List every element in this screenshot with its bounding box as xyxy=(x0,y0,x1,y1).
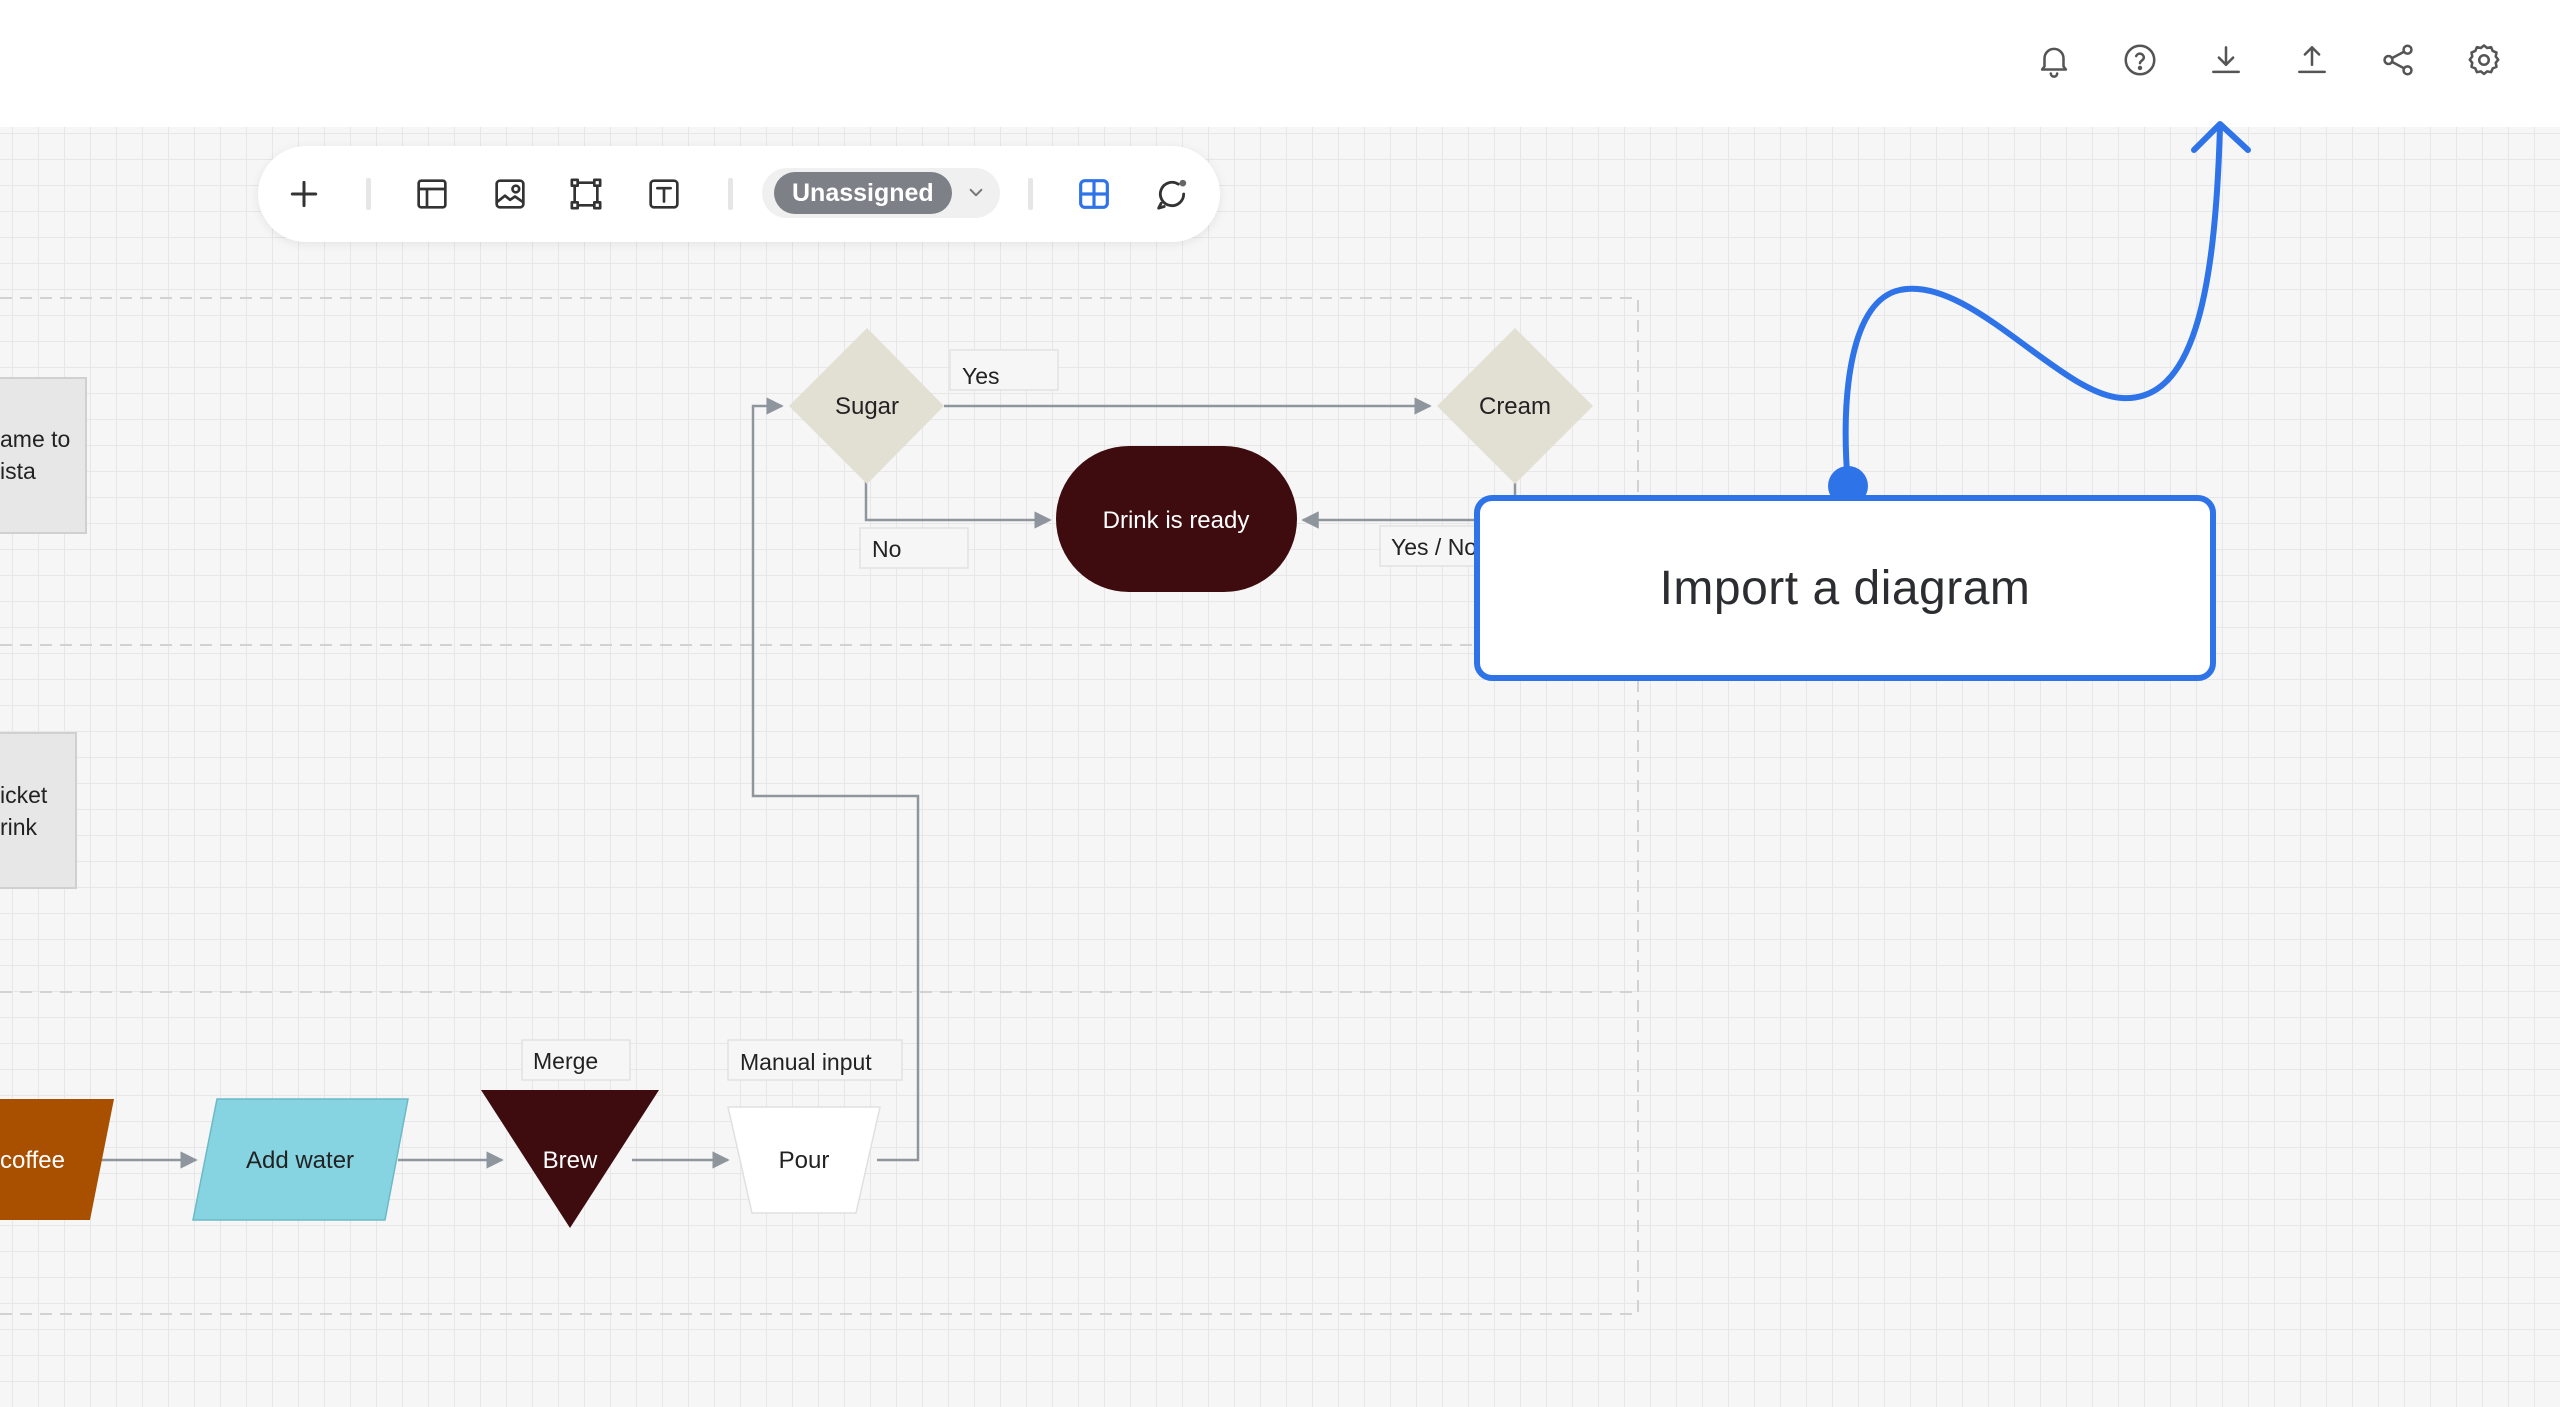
comment-icon[interactable] xyxy=(1148,170,1196,218)
partial-node-top-line2: ista xyxy=(0,458,36,484)
layout-icon[interactable] xyxy=(408,170,456,218)
import-diagram-callout[interactable]: Import a diagram xyxy=(1474,495,2216,681)
partial-node-top[interactable]: ame to ista xyxy=(0,377,87,534)
svg-text:Drink is ready: Drink is ready xyxy=(1103,507,1250,534)
connector-sugar-drink xyxy=(864,480,1052,529)
partial-node-middle[interactable]: icket rink xyxy=(0,732,77,889)
status-badge[interactable]: Unassigned xyxy=(774,172,952,214)
tour-pointer-arrow xyxy=(1842,121,2251,489)
svg-text:Sugar: Sugar xyxy=(835,393,899,420)
toolbar-separator xyxy=(728,178,733,210)
svg-text:Add water: Add water xyxy=(246,1147,354,1174)
svg-text:No: No xyxy=(872,536,901,562)
frame-icon[interactable] xyxy=(562,170,610,218)
toolbar-separator xyxy=(366,178,371,210)
partial-node-middle-line2: rink xyxy=(0,814,38,840)
node-cream[interactable]: Cream xyxy=(1437,328,1593,484)
svg-text:Pour: Pour xyxy=(779,1147,830,1174)
callout-text: Import a diagram xyxy=(1659,561,2031,615)
node-coffee[interactable]: coffee xyxy=(0,1099,114,1220)
svg-text:coffee: coffee xyxy=(0,1147,65,1174)
node-sugar[interactable]: Sugar xyxy=(789,328,944,484)
edge-label-merge[interactable]: Merge xyxy=(521,1039,631,1081)
chevron-down-icon[interactable] xyxy=(960,176,992,208)
text-icon[interactable] xyxy=(640,170,688,218)
svg-text:Yes: Yes xyxy=(962,363,1000,389)
image-icon[interactable] xyxy=(486,170,534,218)
app-root: ame to ista icket rink Yes No Yes / No M… xyxy=(0,0,2560,1407)
node-drink-is-ready[interactable]: Drink is ready xyxy=(1056,446,1297,592)
partial-node-top-line1: ame to xyxy=(0,426,70,452)
plus-icon[interactable] xyxy=(280,170,328,218)
toolbar-separator xyxy=(1028,178,1033,210)
edge-label-yes[interactable]: Yes xyxy=(949,349,1059,391)
grid-icon[interactable] xyxy=(1070,170,1118,218)
svg-text:Yes / No: Yes / No xyxy=(1391,534,1477,560)
floating-toolbar: Unassigned xyxy=(258,146,1220,242)
node-pour[interactable]: Pour xyxy=(727,1106,881,1214)
partial-node-middle-line1: icket xyxy=(0,782,48,808)
svg-text:Brew: Brew xyxy=(543,1147,598,1174)
edge-label-manual-input[interactable]: Manual input xyxy=(727,1039,903,1081)
node-add-water[interactable]: Add water xyxy=(192,1098,409,1221)
svg-text:Merge: Merge xyxy=(533,1048,598,1074)
svg-text:Manual input: Manual input xyxy=(740,1049,872,1075)
edge-label-no[interactable]: No xyxy=(859,527,969,569)
svg-text:Cream: Cream xyxy=(1479,393,1551,420)
